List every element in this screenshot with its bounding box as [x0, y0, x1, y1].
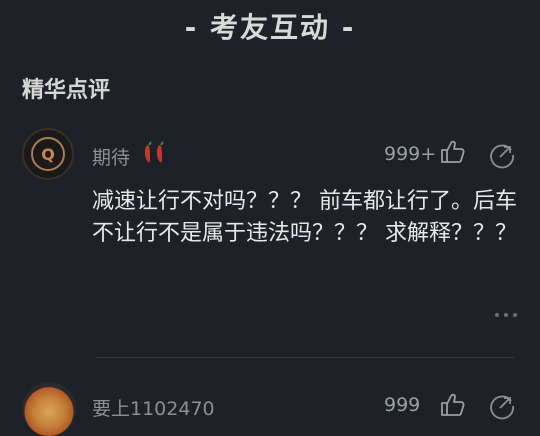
avatar-letter: Q: [31, 137, 65, 171]
share-icon[interactable]: [488, 392, 516, 420]
more-options-icon[interactable]: [493, 307, 519, 323]
comment-text: 减速让行不对吗？？？ 前车都让行了。后车不让行不是属于违法吗？？？ 求解释？？？: [92, 189, 517, 246]
comment-username[interactable]: 期待: [92, 143, 130, 170]
share-icon[interactable]: [488, 141, 516, 169]
like-count: 999: [384, 394, 421, 416]
divider: [96, 357, 514, 358]
page-header-title: - 考友互动 -: [184, 11, 356, 44]
thumbs-up-icon[interactable]: [440, 392, 466, 418]
section-title: 精华点评: [22, 78, 111, 103]
like-count: 999+: [384, 143, 437, 165]
comment-username[interactable]: 要上1102470: [92, 394, 215, 421]
thumbs-up-icon[interactable]: [440, 139, 466, 165]
avatar[interactable]: [22, 382, 76, 436]
chili-pepper-icon: [141, 141, 171, 170]
avatar[interactable]: Q: [22, 128, 74, 180]
